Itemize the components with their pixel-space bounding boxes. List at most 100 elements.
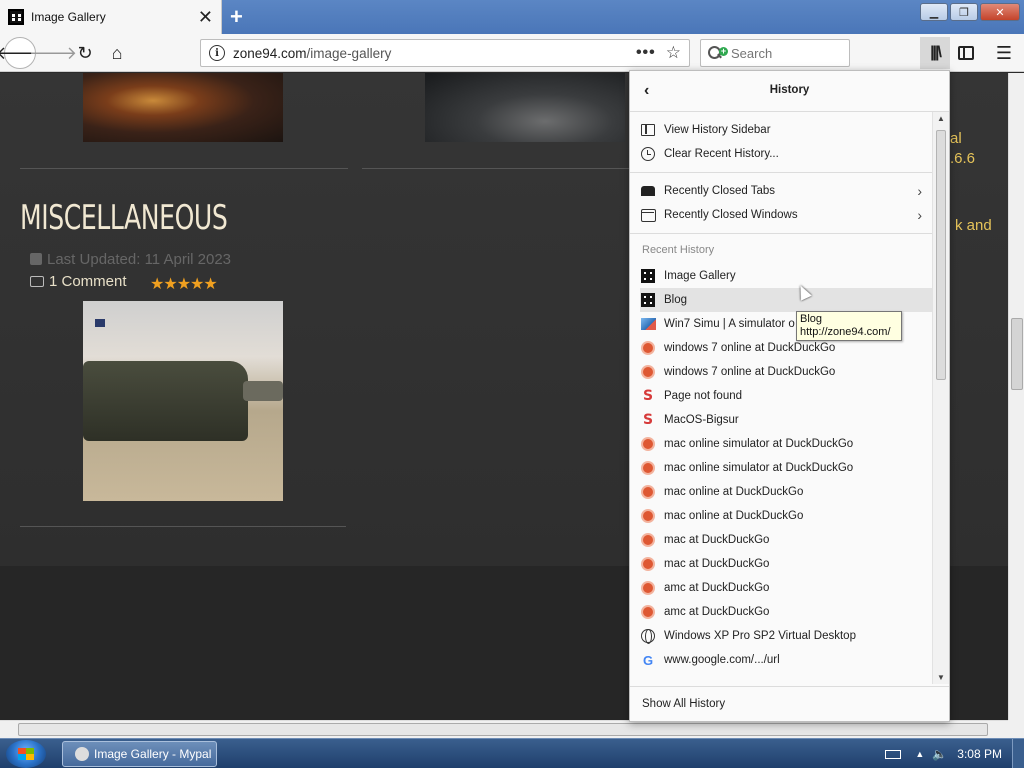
url-text[interactable]: zone94.com/image-gallery [233,46,636,61]
duckduckgo-icon [640,364,656,380]
history-item[interactable]: mac at DuckDuckGo [640,552,932,576]
keyboard-icon[interactable] [885,749,902,759]
gallery-image-planet[interactable] [425,73,625,142]
duckduckgo-icon [640,580,656,596]
gallery-image-food[interactable] [83,73,283,142]
chevron-right-icon: › [917,207,922,223]
duckduckgo-icon [640,556,656,572]
gallery-image-tank[interactable] [83,301,283,501]
history-item-label: mac at DuckDuckGo [664,534,770,546]
comments-link[interactable]: 1 Comment [30,273,127,290]
site-info-icon[interactable]: i [209,45,225,61]
url-path: /image-gallery [306,45,392,61]
separator [630,172,932,173]
comments-text: 1 Comment [49,273,127,290]
page-horizontal-scrollbar[interactable] [0,720,1008,738]
menu-button[interactable]: ☰ [990,39,1018,67]
history-item-label: mac online at DuckDuckGo [664,486,804,498]
home-button[interactable]: ⌂ [102,38,132,68]
taskbar: Image Gallery - Mypal ▲ 🔈 3:08 PM [0,738,1024,768]
history-item[interactable]: Gwww.google.com/.../url [640,648,932,672]
volume-icon[interactable]: 🔈 [932,747,947,761]
history-item[interactable]: Windows XP Pro SP2 Virtual Desktop [640,624,932,648]
history-item[interactable]: S Page not found [640,384,932,408]
menu-item-label: View History Sidebar [664,124,771,136]
star-rating[interactable]: ★★★★★ [150,274,218,294]
duckduckgo-icon [640,604,656,620]
history-item[interactable]: mac at DuckDuckGo [640,528,932,552]
show-all-history-button[interactable]: Show All History [630,686,949,721]
scroll-down-icon[interactable]: ▼ [937,673,945,682]
history-item-label: amc at DuckDuckGo [664,606,770,618]
history-item[interactable]: mac online at DuckDuckGo [640,504,932,528]
scrollbar-thumb[interactable] [936,130,946,380]
history-panel-header: ‹ History [630,71,949,112]
address-bar[interactable]: i zone94.com/image-gallery ••• ☆ [200,39,690,67]
search-input[interactable] [731,45,841,61]
menu-item-label: Recently Closed Tabs [664,185,776,197]
view-history-sidebar-item[interactable]: View History Sidebar [640,118,932,142]
google-icon: G [642,652,654,668]
recently-closed-tabs-item[interactable]: Recently Closed Tabs › [640,179,932,203]
scrollbar-thumb[interactable] [18,723,988,736]
calendar-icon [30,253,42,265]
page-vertical-scrollbar[interactable] [1008,73,1024,720]
search-bar[interactable]: + [700,39,850,67]
action-center-flag-icon[interactable]: ▲ [915,749,924,759]
history-scrollbar[interactable]: ▲ ▼ [932,112,949,684]
system-tray: ▲ 🔈 3:08 PM [885,739,1024,768]
minimize-button[interactable]: ▁ [920,3,948,21]
forward-button[interactable]: 🡒 [29,38,77,68]
reload-icon: ↻ [77,42,93,63]
duckduckgo-icon [640,460,656,476]
history-item[interactable]: mac online simulator at DuckDuckGo [640,456,932,480]
history-item[interactable]: S MacOS-Bigsur [640,408,932,432]
tank-shape [83,361,248,441]
menu-item-label: Clear Recent History... [664,148,779,160]
bookmark-star-icon[interactable]: ☆ [666,43,681,63]
history-item-label: mac online at DuckDuckGo [664,510,804,522]
site-favicon-icon [8,9,24,25]
history-item[interactable]: Image Gallery [640,264,932,288]
scroll-up-icon[interactable]: ▲ [937,114,945,123]
history-item-label: mac at DuckDuckGo [664,558,770,570]
recently-closed-windows-item[interactable]: Recently Closed Windows › [640,203,932,227]
sidebar-icon [958,46,974,60]
history-item-label: windows 7 online at DuckDuckGo [664,366,836,378]
history-item[interactable]: mac online simulator at DuckDuckGo [640,432,932,456]
history-item[interactable]: amc at DuckDuckGo [640,600,932,624]
library-button[interactable]: |||\ [920,37,950,69]
chevron-right-icon: › [917,183,922,199]
show-desktop-button[interactable] [1012,739,1024,768]
clear-recent-history-item[interactable]: Clear Recent History... [640,142,932,166]
tab-image-gallery[interactable]: Image Gallery ✕ [0,0,222,34]
history-item[interactable]: mac online at DuckDuckGo [640,480,932,504]
page-actions-icon[interactable]: ••• [636,44,656,62]
duckduckgo-icon [640,340,656,356]
last-updated-text: Last Updated: 11 April 2023 [47,251,232,268]
history-item[interactable]: amc at DuckDuckGo [640,576,932,600]
sidebar-icon [640,122,656,138]
close-window-button[interactable]: ✕ [980,3,1020,21]
scrollbar-corner [1008,720,1024,738]
history-item-label: Windows XP Pro SP2 Virtual Desktop [664,630,856,642]
history-item-label: www.google.com/.../url [664,654,780,666]
window-icon [640,207,656,223]
new-tab-button[interactable]: + [230,4,243,30]
maximize-button[interactable]: ❐ [950,3,978,21]
history-item[interactable]: windows 7 online at DuckDuckGo [640,360,932,384]
reload-button[interactable]: ↻ [70,38,100,68]
history-item[interactable]: Blog [640,288,932,312]
mypal-icon [75,747,89,761]
scrollbar-thumb[interactable] [1011,318,1023,390]
history-item-label: Image Gallery [664,270,736,282]
taskbar-item-mypal[interactable]: Image Gallery - Mypal [62,741,217,767]
tab-close-icon[interactable]: ✕ [198,8,213,26]
sidebar-toggle-button[interactable] [952,39,980,67]
browser-window: Image Gallery ✕ + ▁ ❐ ✕ 🡐 🡒 ↻ ⌂ i zone94… [0,0,1024,768]
start-button[interactable] [6,740,46,768]
search-icon: + [707,45,728,61]
sidebar-text-snippet: k and [955,217,992,234]
comment-icon [30,276,44,287]
clock[interactable]: 3:08 PM [957,747,1002,761]
